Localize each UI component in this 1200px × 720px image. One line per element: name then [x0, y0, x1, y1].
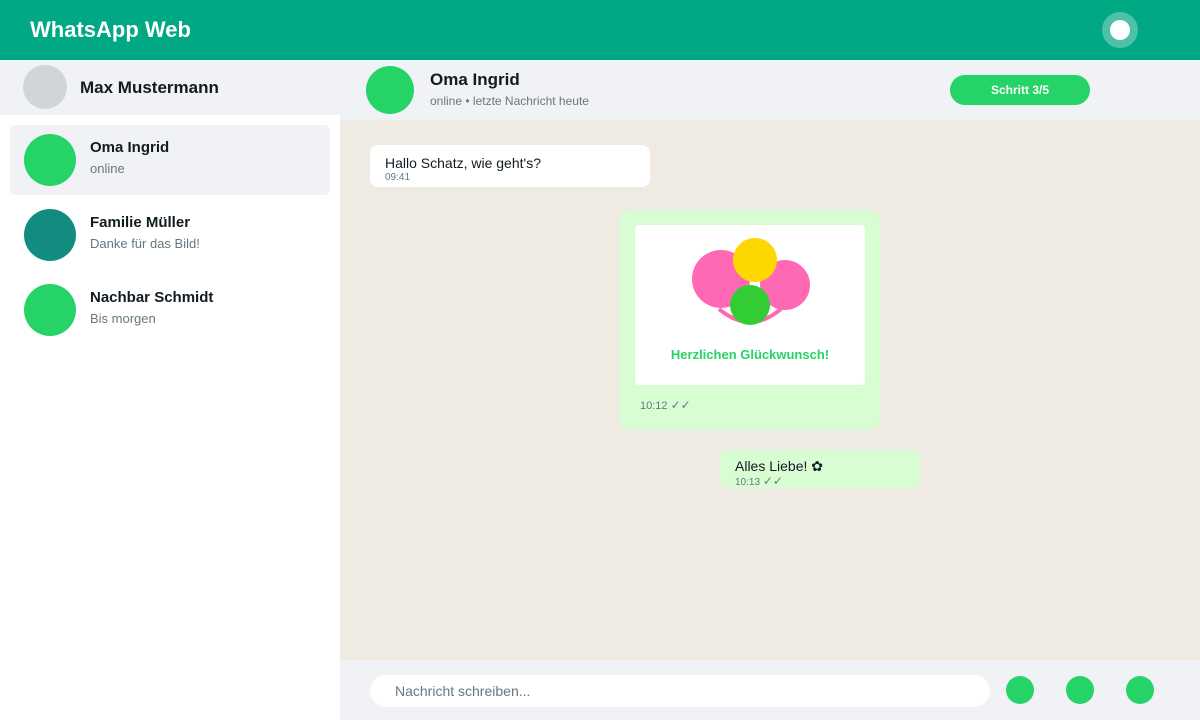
chat-name: Oma Ingrid — [90, 139, 170, 156]
sidebar: Max Mustermann Oma Ingrid online Familie… — [0, 60, 340, 720]
message-bubble-outgoing: Alles Liebe! ✿ 10:13 ✓✓ — [720, 450, 920, 488]
double-check-icon: ✓✓ — [670, 398, 691, 412]
message-bubble-image-card[interactable]: Herzlichen Glückwunsch! 10:12 ✓✓ — [620, 210, 880, 430]
chat-name: Nachbar Schmidt — [90, 289, 214, 306]
contact-status: online • letzte Nachricht heute — [430, 94, 589, 108]
greeting-card-image[interactable]: Herzlichen Glückwunsch! — [635, 225, 865, 385]
send-button[interactable] — [1126, 676, 1154, 704]
profile-bar: Max Mustermann — [0, 60, 340, 115]
message-text: Alles Liebe! ✿ — [735, 458, 823, 474]
chat-list-item-oma-ingrid[interactable]: Oma Ingrid online — [10, 125, 330, 195]
status-circle-icon — [1110, 20, 1130, 40]
message-time: 09:41 — [385, 172, 411, 183]
avatar — [24, 134, 76, 186]
message-bubble-incoming: Hallo Schatz, wie geht's? 09:41 — [370, 145, 650, 187]
status-button[interactable] — [1102, 12, 1138, 48]
chat-header: Oma Ingrid online • letzte Nachricht heu… — [340, 60, 1200, 120]
step-indicator-badge: Schritt 3/5 — [950, 75, 1090, 105]
composer-bar — [340, 660, 1200, 720]
emoji-button[interactable] — [1006, 676, 1034, 704]
message-time: 10:12 ✓✓ — [640, 398, 691, 412]
avatar — [24, 284, 76, 336]
message-time: 10:13 ✓✓ — [735, 474, 783, 488]
attach-button[interactable] — [1066, 676, 1094, 704]
card-caption: Herzlichen Glückwunsch! — [670, 347, 830, 362]
contact-name[interactable]: Oma Ingrid — [430, 70, 520, 90]
app-title: WhatsApp Web — [30, 17, 191, 42]
message-input[interactable] — [370, 675, 990, 707]
flower-bouquet-icon — [692, 238, 810, 325]
chat-list-item-nachbar-schmidt[interactable]: Nachbar Schmidt Bis morgen — [10, 275, 330, 345]
chat-name: Familie Müller — [90, 214, 191, 231]
chat-preview: online — [90, 161, 125, 176]
chat-list-item-familie-mueller[interactable]: Familie Müller Danke für das Bild! — [10, 200, 330, 270]
message-time-text: 10:13 — [735, 477, 761, 488]
profile-avatar[interactable] — [23, 65, 67, 109]
message-time-text: 10:12 — [640, 400, 668, 412]
message-text: Hallo Schatz, wie geht's? — [385, 155, 541, 171]
profile-name: Max Mustermann — [80, 78, 219, 97]
top-bar: WhatsApp Web — [0, 0, 1200, 60]
chat-preview: Danke für das Bild! — [90, 236, 200, 251]
chat-preview: Bis morgen — [90, 311, 156, 326]
contact-avatar[interactable] — [366, 66, 414, 114]
avatar — [24, 209, 76, 261]
conversation-pane: Oma Ingrid online • letzte Nachricht heu… — [340, 60, 1200, 720]
double-check-icon: ✓✓ — [762, 474, 783, 488]
